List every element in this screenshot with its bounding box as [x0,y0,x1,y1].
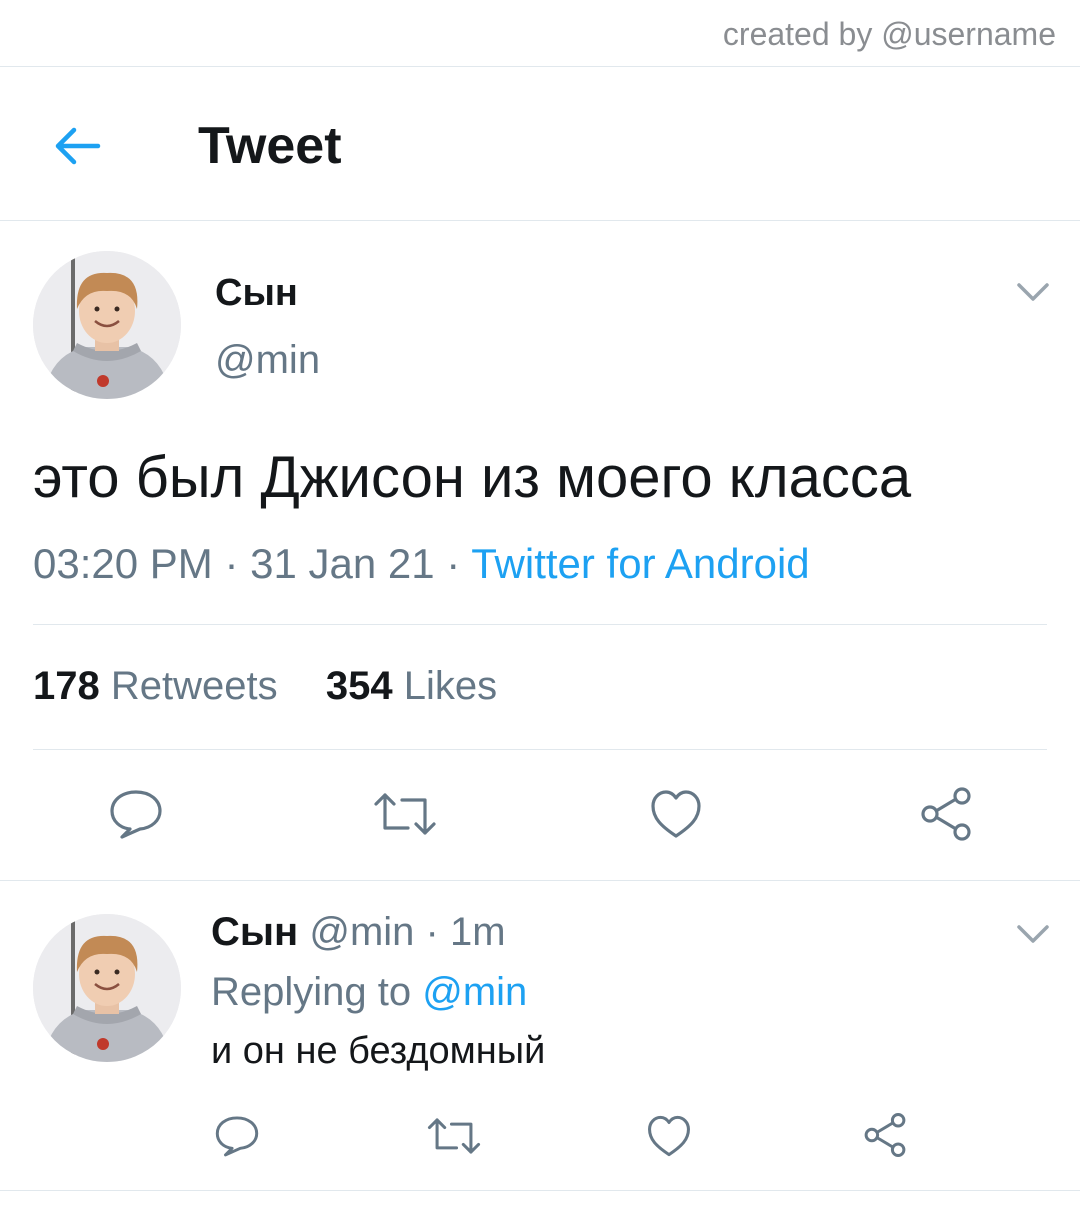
reply-avatar[interactable] [33,914,181,1062]
chevron-down-icon [1017,925,1049,943]
page-title: Tweet [198,117,342,175]
speech-bubble-icon [215,1116,259,1157]
arrow-left-icon [55,127,101,165]
retweets-stat[interactable]: 178 Retweets [33,664,278,708]
reply-share-button[interactable] [862,1112,908,1158]
likes-stat[interactable]: 354 Likes [326,664,497,708]
tweet-text: это был Джисон из моего класса [33,445,912,510]
divider [0,66,1080,67]
divider [33,749,1047,750]
reply-age: 1m [449,910,506,954]
tweet-date: 31 Jan 21 [250,540,435,587]
reply-like-button[interactable] [646,1114,692,1158]
replying-to-link[interactable]: @min [422,970,527,1014]
divider [0,220,1080,221]
likes-label: Likes [403,664,498,708]
avatar[interactable] [33,251,181,399]
share-icon [921,787,971,841]
credit-text: created by @username [722,16,1056,52]
retweet-icon [427,1118,481,1154]
display-name[interactable]: Сын [215,272,298,315]
divider [0,1190,1080,1191]
share-icon [864,1112,906,1158]
separator: · [212,540,251,587]
divider [0,880,1080,881]
reply-button[interactable] [108,788,164,840]
tweet-stats: 178 Retweets 354 Likes [33,664,497,709]
reply-menu-button[interactable] [1016,924,1050,944]
handle[interactable]: @min [215,338,320,383]
reply-header: Сын @min · 1m [211,910,506,955]
tweet-source-link[interactable]: Twitter for Android [471,540,809,587]
reply-retweet-button[interactable] [426,1114,482,1158]
retweet-button[interactable] [372,788,438,840]
reply-handle[interactable]: @min [309,910,414,954]
like-button[interactable] [649,788,703,840]
back-button[interactable] [50,122,106,170]
tweet-menu-button[interactable] [1016,282,1050,302]
likes-count: 354 [325,664,393,708]
replying-to: Replying to @min [211,970,527,1015]
retweet-icon [374,793,436,835]
heart-icon [648,1115,690,1157]
share-button[interactable] [918,786,974,842]
separator: · [434,540,472,587]
chevron-down-icon [1017,283,1049,301]
retweets-count: 178 [33,664,100,708]
separator: · [414,910,450,954]
tweet-time: 03:20 PM [33,540,213,587]
reply-reply-button[interactable] [214,1114,260,1158]
tweet-meta: 03:20 PM · 31 Jan 21 · Twitter for Andro… [33,540,810,588]
reply-text: и он не бездомный [211,1030,546,1072]
replying-to-label: Replying to [211,970,423,1014]
retweets-label: Retweets [110,664,278,708]
speech-bubble-icon [110,790,162,839]
reply-display-name[interactable]: Сын [211,910,298,954]
divider [33,624,1047,625]
avatar-image [33,251,181,399]
heart-icon [651,790,701,838]
avatar-image [33,914,181,1062]
